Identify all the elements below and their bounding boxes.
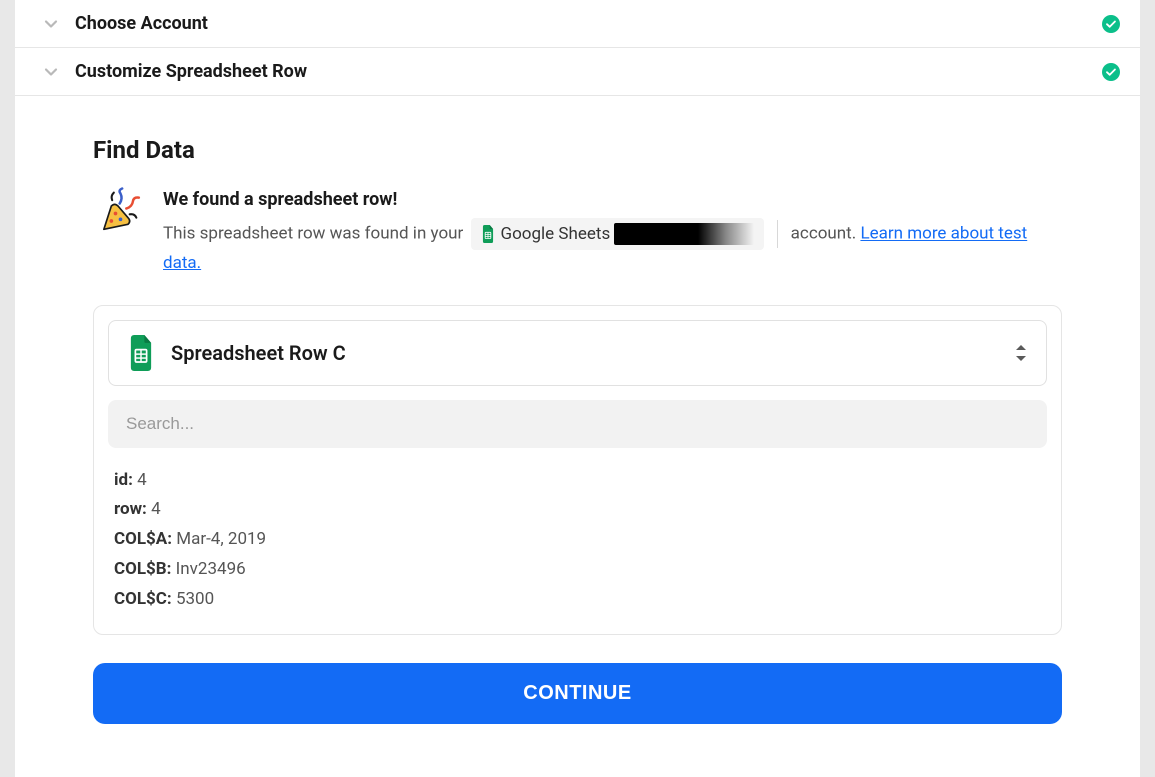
redacted-account [614,223,754,245]
desc-suffix: account. [791,224,857,244]
continue-button[interactable]: CONTINUE [93,663,1062,724]
data-field-col-b: COL$B: Inv23496 [114,555,1041,585]
step-customize-row[interactable]: Customize Spreadsheet Row [15,48,1140,96]
party-popper-icon [93,186,143,236]
desc-prefix: This spreadsheet row was found in your [163,224,463,244]
google-sheets-chip: Google Sheets [471,218,765,250]
data-fields: id: 4 row: 4 COL$A: Mar-4, 2019 COL$B: I… [108,466,1047,615]
search-input[interactable] [108,400,1047,448]
google-sheets-icon [127,335,155,371]
chevron-down-icon [43,16,59,32]
section-title: Find Data [93,136,1062,164]
found-row-message: We found a spreadsheet row! This spreads… [93,186,1062,277]
chevron-down-icon [43,64,59,80]
sort-icon [1014,343,1028,363]
found-heading: We found a spreadsheet row! [163,186,1062,214]
google-sheets-icon [481,225,495,243]
data-field-row: row: 4 [114,495,1041,525]
sheets-chip-label: Google Sheets [501,221,611,247]
find-data-section: Find Data We found a spreadsheet row! Th [15,96,1140,744]
row-selector-label: Spreadsheet Row C [171,341,1014,365]
found-description: This spreadsheet row was found in your [163,218,1062,277]
step-choose-account[interactable]: Choose Account [15,0,1140,48]
step-title: Customize Spreadsheet Row [75,61,1102,82]
data-panel: Spreadsheet Row C id: 4 row: 4 COL$A: Ma… [93,305,1062,636]
check-circle-icon [1102,15,1120,33]
data-field-col-c: COL$C: 5300 [114,585,1041,615]
row-selector[interactable]: Spreadsheet Row C [108,320,1047,386]
divider [777,220,778,248]
check-circle-icon [1102,63,1120,81]
data-field-col-a: COL$A: Mar-4, 2019 [114,525,1041,555]
data-field-id: id: 4 [114,466,1041,496]
step-title: Choose Account [75,13,1102,34]
